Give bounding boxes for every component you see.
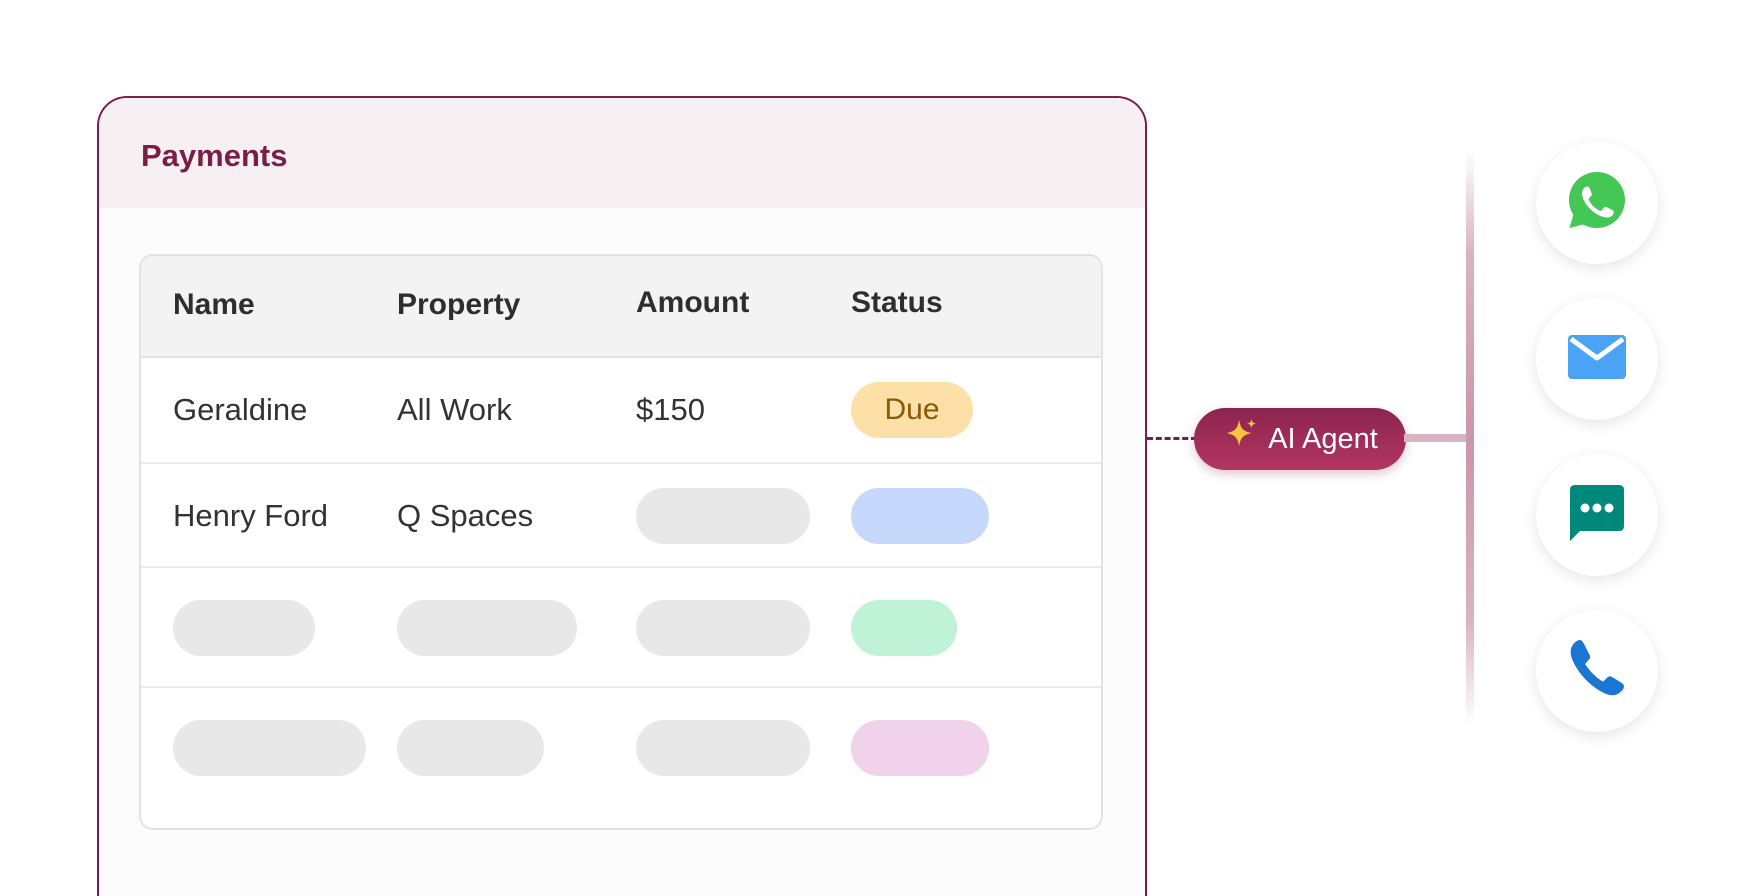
email-channel[interactable] [1536,298,1658,420]
column-header-property[interactable]: Property [397,288,520,322]
whatsapp-channel[interactable] [1536,142,1658,264]
agent-connector [1404,434,1470,442]
name-placeholder [173,720,366,776]
name-cell: Geraldine [173,392,308,427]
whatsapp-icon [1562,166,1632,241]
property-cell: All Work [397,392,512,427]
chat-icon [1562,478,1632,553]
property-placeholder [397,720,544,776]
table-row[interactable]: Henry Ford Q Spaces [141,464,1101,568]
phone-icon [1562,634,1632,709]
card-header: Payments [99,98,1145,208]
table-row[interactable]: Geraldine All Work $150 Due [141,358,1101,464]
payments-table: Name Property Amount Status Geraldine Al… [139,254,1103,830]
channel-line [1466,150,1474,725]
amount-cell: $150 [636,392,705,427]
name-placeholder [173,600,315,656]
status-placeholder [851,720,989,776]
table-row[interactable] [141,568,1101,688]
amount-placeholder [636,600,810,656]
column-header-name[interactable]: Name [173,288,255,322]
payments-card: Payments Name Property Amount Status Ger… [97,96,1147,896]
property-cell: Q Spaces [397,498,534,533]
column-header-status[interactable]: Status [851,286,943,320]
amount-placeholder [636,720,810,776]
name-cell: Henry Ford [173,498,329,533]
card-title: Payments [141,138,288,173]
status-placeholder [851,488,989,544]
table-row[interactable] [141,688,1101,828]
table-header: Name Property Amount Status [141,256,1101,358]
ai-agent-label: AI Agent [1268,422,1378,455]
dashed-connector [1147,437,1197,440]
sparkle-icon [1222,416,1260,462]
status-placeholder [851,600,957,656]
mail-icon [1562,322,1632,397]
chat-channel[interactable] [1536,454,1658,576]
column-header-amount[interactable]: Amount [636,286,749,320]
property-placeholder [397,600,577,656]
phone-channel[interactable] [1536,610,1658,732]
ai-agent-button[interactable]: AI Agent [1194,408,1406,470]
amount-placeholder [636,488,810,544]
status-badge: Due [851,382,973,438]
